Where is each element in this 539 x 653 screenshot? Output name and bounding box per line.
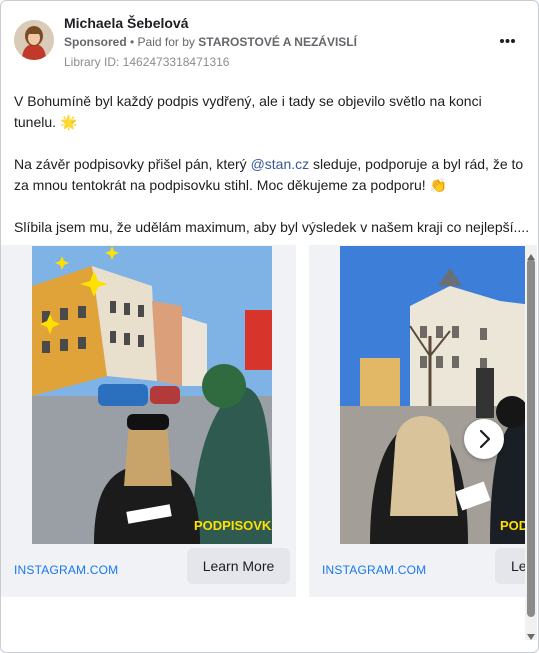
learn-more-button-1[interactable]: Learn More [187, 548, 290, 584]
carousel-card-1[interactable]: PODPISOVKA INSTAGRAM.COM Learn More [1, 245, 296, 597]
carousel-next-button[interactable] [464, 419, 504, 459]
sponsored-line: Sponsored • Paid for by STAROSTOVÉ A NEZ… [64, 35, 357, 49]
card-link-1[interactable]: INSTAGRAM.COM [14, 563, 118, 577]
library-id: Library ID: 1462473318471316 [64, 55, 230, 69]
glowing-star-emoji: 🌟 [59, 114, 78, 130]
photo-caption-1: PODPISOVKA [194, 518, 272, 533]
post-paragraph-2a: Na závěr podpisovky přišel pán, který [14, 156, 251, 172]
media-carousel: PODPISOVKA INSTAGRAM.COM Learn More [1, 245, 526, 597]
scroll-down-arrow-icon[interactable] [526, 628, 536, 640]
author-avatar[interactable] [14, 20, 54, 60]
ad-post-card: Michaela Šebelová Sponsored • Paid for b… [0, 0, 539, 653]
chevron-right-icon [479, 429, 491, 449]
paid-by-name: STAROSTOVÉ A NEZÁVISLÍ [198, 35, 357, 49]
scroll-up-arrow-icon[interactable] [526, 248, 536, 260]
more-options-button[interactable] [497, 31, 521, 51]
carousel-photo-1[interactable]: PODPISOVKA [32, 246, 272, 544]
paid-for-label: • Paid for by [130, 35, 195, 49]
clapping-emoji: 👏 [429, 177, 448, 193]
card-link-2[interactable]: INSTAGRAM.COM [322, 563, 426, 577]
ellipsis-icon [500, 39, 515, 43]
post-paragraph-1: V Bohumíně byl každý podpis vydřený, ale… [14, 93, 482, 130]
post-paragraph-3: Slíbila jsem mu, že udělám maximum, aby … [14, 219, 530, 235]
author-name[interactable]: Michaela Šebelová [64, 15, 189, 31]
sponsored-label: Sponsored [64, 35, 127, 49]
photo-caption-2: PODPISOVKA [500, 518, 526, 533]
learn-more-button-2[interactable]: Le [495, 548, 526, 584]
post-text: V Bohumíně byl každý podpis vydřený, ale… [14, 91, 529, 259]
carousel-photo-2[interactable]: PODPISOVKA [340, 246, 526, 544]
mention-link[interactable]: @stan.cz [251, 156, 310, 172]
scrollbar-thumb[interactable] [527, 259, 535, 617]
